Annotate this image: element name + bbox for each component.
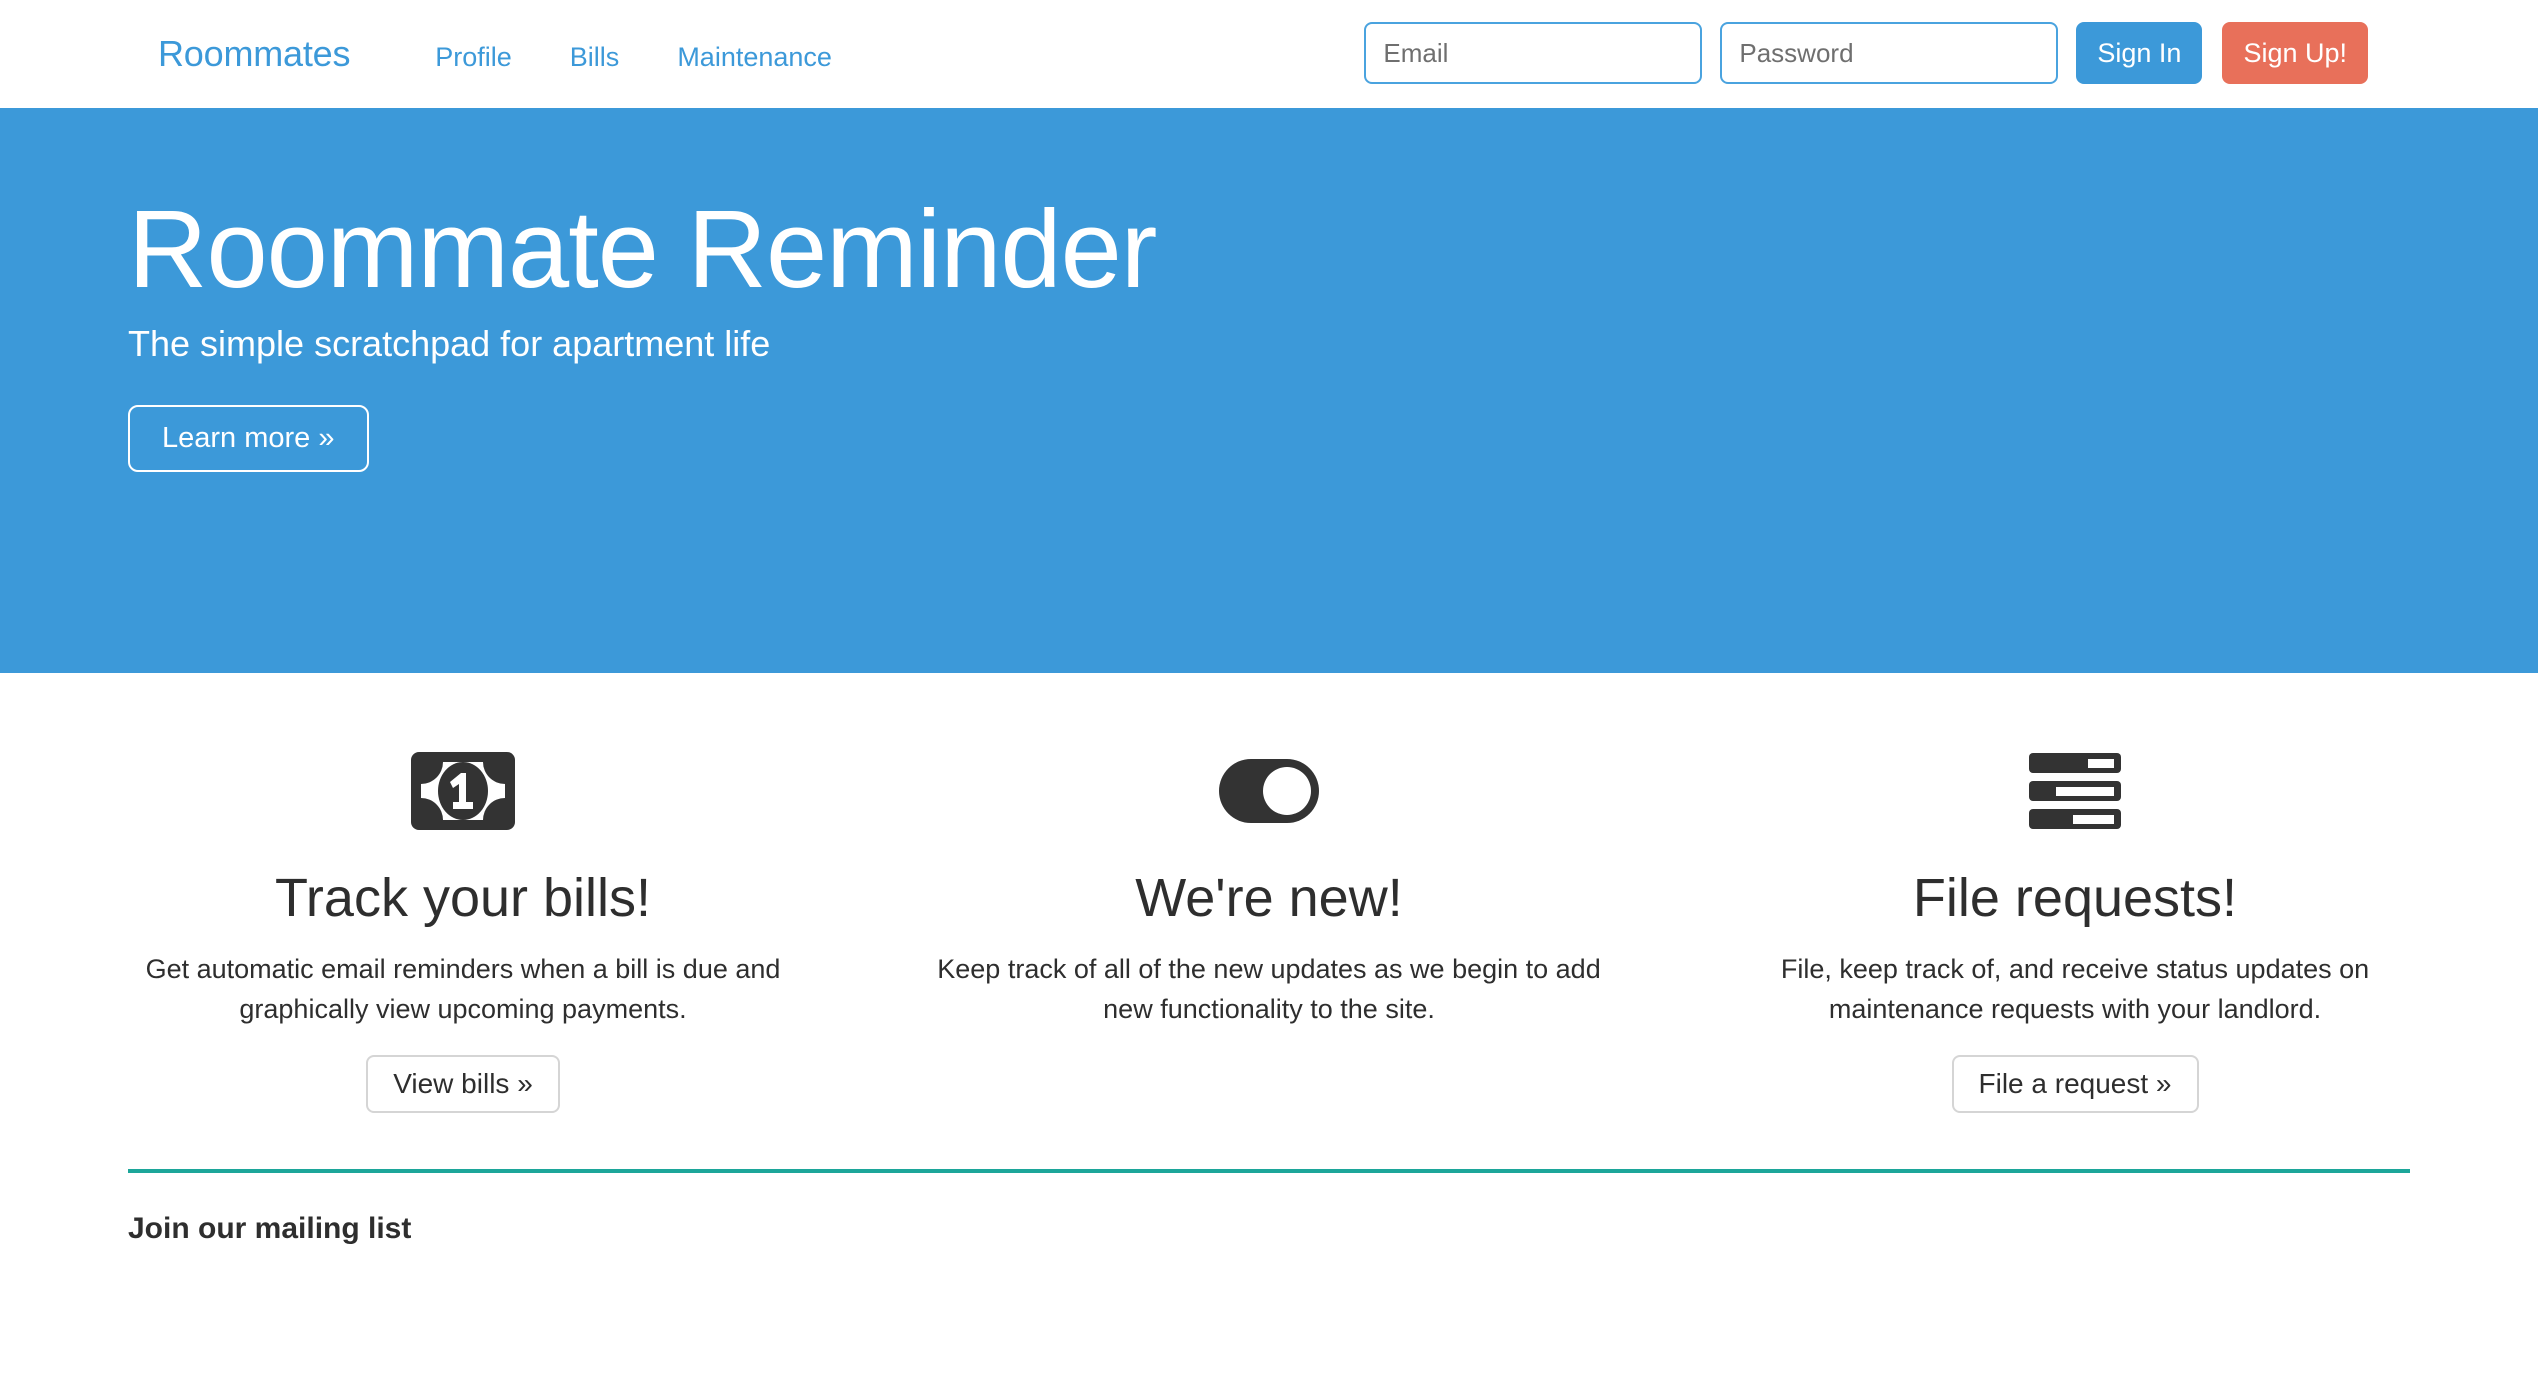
section-divider	[128, 1168, 2410, 1173]
feature-title-news: We're new!	[1135, 868, 1403, 928]
top-navbar: Roommates Profile Bills Maintenance Sign…	[0, 0, 2538, 108]
mailing-list-title: Join our mailing list	[128, 1211, 412, 1245]
feature-column-requests: File requests! File, keep track of, and …	[1672, 673, 2478, 1113]
password-input[interactable]	[1720, 22, 2059, 84]
sign-in-button[interactable]: Sign In	[2076, 22, 2203, 84]
feature-description-requests: File, keep track of, and receive status …	[1780, 954, 2370, 1024]
hero-banner: Roommate Reminder The simple scratchpad …	[0, 108, 2538, 673]
money-bill-icon	[60, 731, 866, 851]
feature-title-bills: Track your bills!	[274, 868, 652, 928]
feature-column-bills: Track your bills! Get automatic email re…	[60, 673, 866, 1113]
learn-more-button[interactable]: Learn more »	[128, 404, 369, 472]
hero-title: Roommate Reminder	[128, 188, 1157, 311]
hero-subtitle: The simple scratchpad for apartment life	[128, 322, 771, 364]
navbar-signin-form: Sign In Sign Up!	[1364, 22, 2368, 84]
nav-link-maintenance[interactable]: Maintenance	[648, 42, 861, 73]
feature-description-bills: Get automatic email reminders when a bil…	[145, 954, 781, 1024]
sign-up-button[interactable]: Sign Up!	[2222, 22, 2368, 84]
brand-logo-link[interactable]: Roommates	[158, 33, 350, 75]
nav-link-profile[interactable]: Profile	[406, 42, 541, 73]
feature-column-news: We're new! Keep track of all of the new …	[866, 673, 1672, 1113]
primary-nav-links: Profile Bills Maintenance	[406, 42, 861, 73]
toggle-on-icon	[866, 731, 1672, 851]
mailing-list-section: Join our mailing list	[0, 1168, 2538, 1247]
nav-link-bills[interactable]: Bills	[541, 42, 649, 73]
features-section: Track your bills! Get automatic email re…	[0, 673, 2538, 1113]
feature-title-requests: File requests!	[1912, 868, 2238, 928]
file-a-request-button[interactable]: File a request »	[1951, 1054, 2199, 1113]
email-input[interactable]	[1364, 22, 1703, 84]
task-list-icon	[1672, 731, 2478, 851]
feature-description-news: Keep track of all of the new updates as …	[937, 954, 1601, 1024]
navbar-left-group: Roommates Profile Bills Maintenance	[0, 33, 861, 75]
view-bills-button[interactable]: View bills »	[366, 1054, 560, 1113]
